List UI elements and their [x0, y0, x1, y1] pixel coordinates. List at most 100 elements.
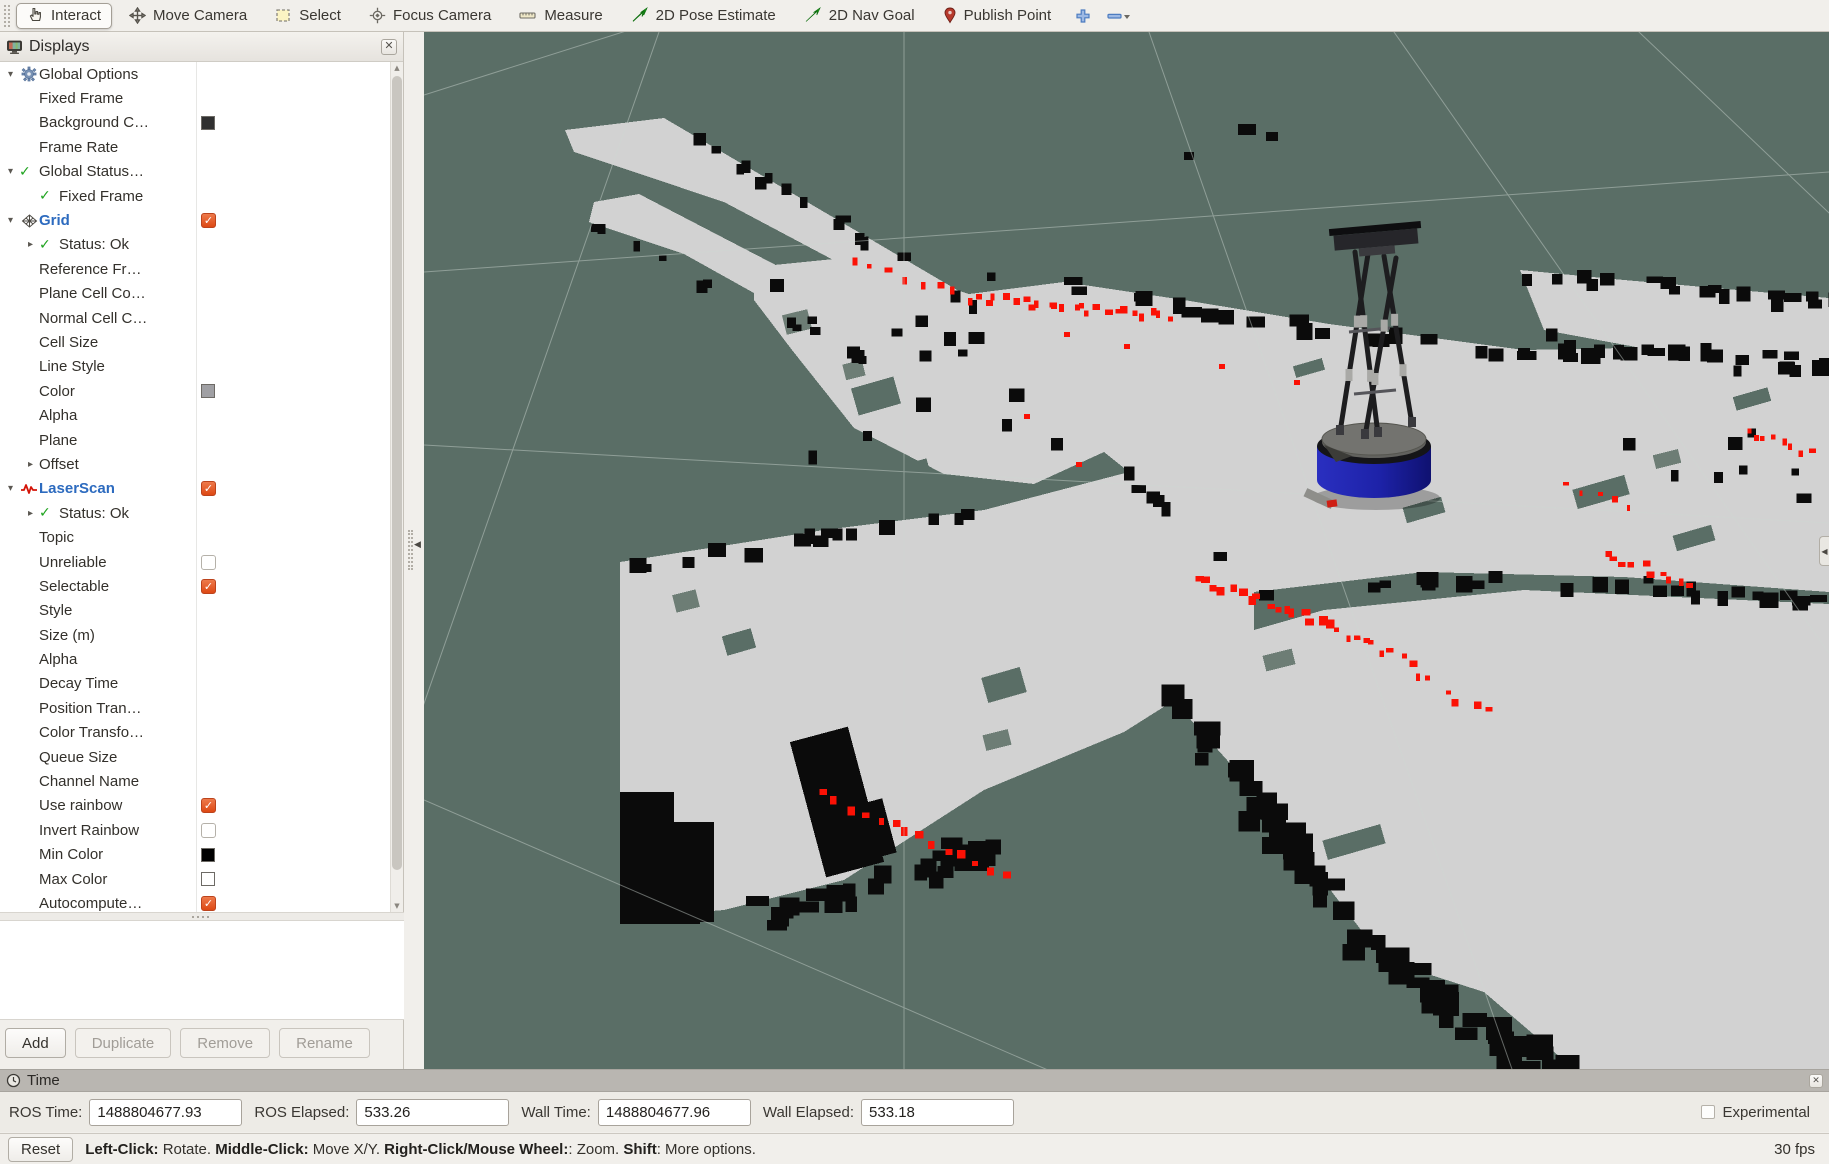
tree-row-style[interactable]: Style — [0, 599, 391, 623]
tree-row-use-rainbow[interactable]: Use rainbow✓ — [0, 794, 391, 818]
color-swatch[interactable] — [201, 116, 215, 130]
reset-button[interactable]: Reset — [8, 1137, 73, 1162]
tree-row-topic[interactable]: Topic — [0, 525, 391, 549]
experimental-toggle[interactable]: Experimental — [1701, 1104, 1810, 1121]
displays-monitor-icon — [6, 39, 23, 55]
tool-publish-point[interactable]: Publish Point — [932, 3, 1063, 29]
collapse-right-panel-handle[interactable]: ◀ — [1819, 536, 1829, 566]
tree-row-status-ok[interactable]: ▸✓Status: Ok — [0, 501, 391, 525]
tree-row-max-color[interactable]: Max Color — [0, 867, 391, 891]
displays-close-button[interactable]: ✕ — [381, 39, 397, 55]
remove-tool-button[interactable] — [1100, 3, 1138, 29]
property-checkbox[interactable] — [201, 555, 216, 570]
tree-row-color[interactable]: Color — [0, 379, 391, 403]
tree-row-normal-cell-c[interactable]: Normal Cell C… — [0, 306, 391, 330]
tree-row-plane-cell-co[interactable]: Plane Cell Co… — [0, 282, 391, 306]
displays-panel-title: Displays — [29, 38, 89, 56]
tree-row-color-transfo[interactable]: Color Transfo… — [0, 721, 391, 745]
rename-button[interactable]: Rename — [279, 1028, 370, 1058]
expander-open-icon[interactable]: ▾ — [2, 483, 19, 494]
add-tool-button[interactable] — [1068, 3, 1098, 29]
tool-2d-nav-goal[interactable]: 2D Nav Goal — [793, 3, 926, 29]
collapse-left-icon[interactable]: ◀ — [414, 540, 421, 550]
wall-elapsed-input[interactable] — [861, 1099, 1014, 1126]
expander-open-icon[interactable]: ▾ — [2, 166, 19, 177]
tree-row-background-c[interactable]: Background C… — [0, 111, 391, 135]
property-checkbox[interactable]: ✓ — [201, 481, 216, 496]
color-swatch[interactable] — [201, 384, 215, 398]
ros-elapsed-input[interactable] — [356, 1099, 509, 1126]
property-checkbox[interactable]: ✓ — [201, 213, 216, 228]
tool-measure[interactable]: Measure — [508, 3, 613, 29]
tree-row-alpha[interactable]: Alpha — [0, 403, 391, 427]
expander-closed-icon[interactable]: ▸ — [22, 239, 39, 250]
expander-closed-icon[interactable]: ▸ — [22, 459, 39, 470]
tool-move-camera[interactable]: Move Camera — [118, 3, 258, 29]
color-swatch[interactable] — [201, 848, 215, 862]
tree-row-invert-rainbow[interactable]: Invert Rainbow — [0, 818, 391, 842]
add-button[interactable]: Add — [5, 1028, 66, 1058]
experimental-checkbox[interactable] — [1701, 1105, 1715, 1119]
tree-row-alpha[interactable]: Alpha — [0, 647, 391, 671]
tree-row-unreliable[interactable]: Unreliable — [0, 550, 391, 574]
scroll-down-icon[interactable]: ▼ — [391, 902, 403, 910]
field-label: ROS Time: — [9, 1104, 82, 1121]
tree-row-decay-time[interactable]: Decay Time — [0, 672, 391, 696]
tree-row-global-options[interactable]: ▾Global Options — [0, 62, 391, 86]
time-close-button[interactable]: ✕ — [1809, 1074, 1823, 1088]
property-checkbox[interactable]: ✓ — [201, 798, 216, 813]
property-checkbox[interactable]: ✓ — [201, 896, 216, 911]
panel-viewport-splitter[interactable]: ◀ — [405, 32, 424, 1069]
tree-row-channel-name[interactable]: Channel Name — [0, 769, 391, 793]
displays-panel-titlebar[interactable]: Displays ✕ — [0, 32, 403, 62]
toolbar-drag-handle[interactable] — [4, 5, 10, 27]
expander-closed-icon[interactable]: ▸ — [22, 508, 39, 519]
mouse-help-text: Left-Click: Rotate. Middle-Click: Move X… — [85, 1141, 756, 1158]
tree-row-grid[interactable]: ▾Grid✓ — [0, 208, 391, 232]
expander-open-icon[interactable]: ▾ — [2, 215, 19, 226]
tree-row-fixed-frame[interactable]: ✓Fixed Frame — [0, 184, 391, 208]
property-label: Invert Rainbow — [39, 822, 139, 839]
ros-time-input[interactable] — [89, 1099, 242, 1126]
expander-open-icon[interactable]: ▾ — [2, 69, 19, 80]
color-swatch[interactable] — [201, 872, 215, 886]
render-viewport[interactable]: ◀ — [424, 32, 1829, 1069]
tree-row-reference-fr[interactable]: Reference Fr… — [0, 257, 391, 281]
tree-row-global-status[interactable]: ▾✓Global Status… — [0, 160, 391, 184]
tool-interact[interactable]: Interact — [16, 3, 112, 29]
tree-row-autocompute[interactable]: Autocompute…✓ — [0, 891, 391, 912]
scroll-up-icon[interactable]: ▲ — [391, 64, 403, 72]
time-panel-titlebar[interactable]: Time ✕ — [0, 1069, 1829, 1092]
property-checkbox[interactable]: ✓ — [201, 579, 216, 594]
property-label: Fixed Frame — [39, 90, 123, 107]
tree-row-status-ok[interactable]: ▸✓Status: Ok — [0, 233, 391, 257]
tool-2d-pose-estimate[interactable]: 2D Pose Estimate — [620, 3, 787, 29]
tree-row-plane[interactable]: Plane — [0, 428, 391, 452]
tree-row-frame-rate[interactable]: Frame Rate — [0, 135, 391, 159]
tree-row-queue-size[interactable]: Queue Size — [0, 745, 391, 769]
tree-resize-splitter[interactable] — [0, 912, 404, 921]
tree-row-min-color[interactable]: Min Color — [0, 843, 391, 867]
tree-row-offset[interactable]: ▸Offset — [0, 452, 391, 476]
tree-row-line-style[interactable]: Line Style — [0, 355, 391, 379]
tool-label: 2D Nav Goal — [829, 7, 915, 24]
tool-focus-camera[interactable]: Focus Camera — [358, 3, 502, 29]
tool-select[interactable]: Select — [264, 3, 352, 29]
property-label: Background C… — [39, 114, 149, 131]
tree-vertical-scrollbar[interactable]: ▲ ▼ — [390, 62, 403, 912]
tree-row-selectable[interactable]: Selectable✓ — [0, 574, 391, 598]
scrollbar-thumb[interactable] — [392, 76, 402, 870]
wall-time-input[interactable] — [598, 1099, 751, 1126]
tree-row-cell-size[interactable]: Cell Size — [0, 330, 391, 354]
duplicate-button[interactable]: Duplicate — [75, 1028, 172, 1058]
property-checkbox[interactable] — [201, 823, 216, 838]
splitter-grip[interactable] — [408, 530, 413, 570]
tree-row-position-tran[interactable]: Position Tran… — [0, 696, 391, 720]
tree-row-fixed-frame[interactable]: Fixed Frame — [0, 86, 391, 110]
property-label: Cell Size — [39, 334, 98, 351]
remove-button[interactable]: Remove — [180, 1028, 270, 1058]
tool-label: Focus Camera — [393, 7, 491, 24]
tree-row-size-m[interactable]: Size (m) — [0, 623, 391, 647]
tree-row-laserscan[interactable]: ▾LaserScan✓ — [0, 477, 391, 501]
property-label: Plane — [39, 432, 77, 449]
